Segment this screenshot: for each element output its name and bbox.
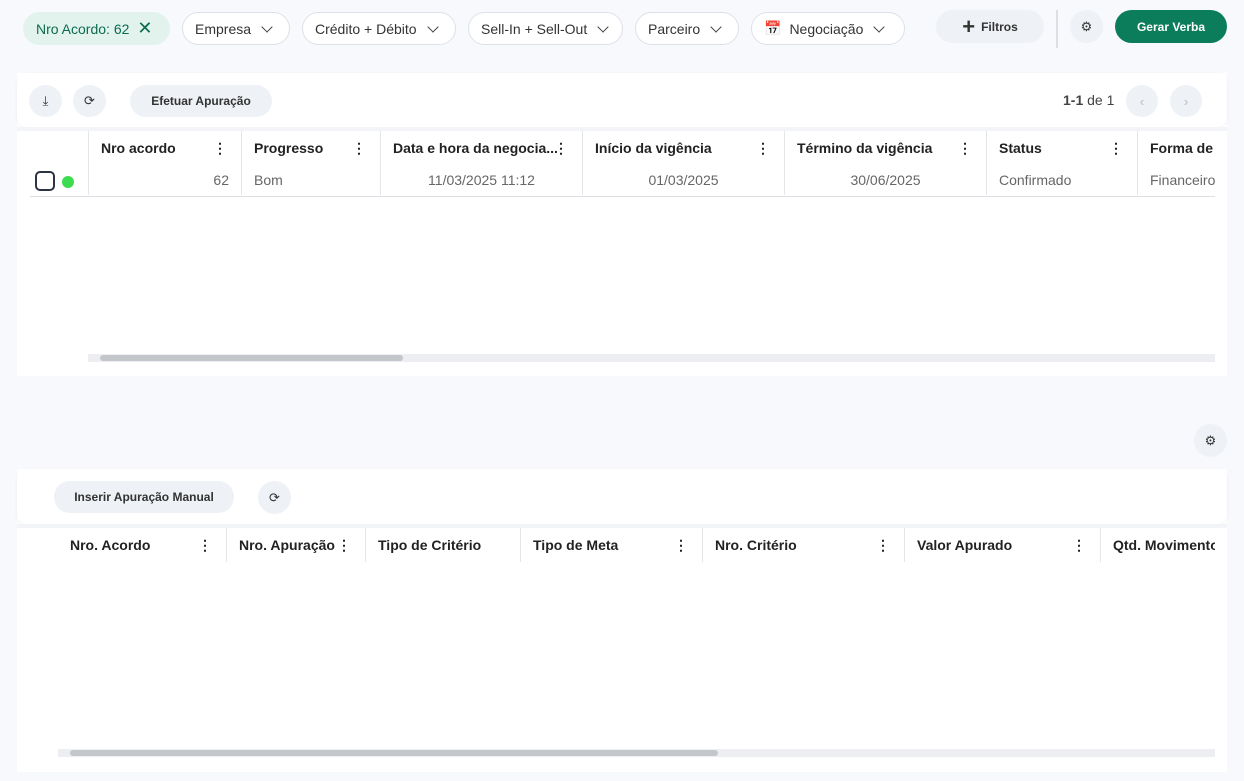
kebab-icon[interactable]: ⋮ <box>876 537 890 554</box>
kebab-icon[interactable]: ⋮ <box>352 140 366 157</box>
agreements-table: Nro acordo ⋮ Progresso ⋮ Data e hora da ne… <box>0 131 1215 197</box>
gear-icon: ⚙ <box>1080 18 1093 34</box>
col-tipo-meta[interactable]: Tipo de Meta ⋮ <box>520 528 702 562</box>
status-dot <box>62 176 74 188</box>
filter-sell-in-out[interactable]: Sell-In + Sell-Out <box>468 12 623 45</box>
cell-status: Confirmado <box>986 165 1137 195</box>
kebab-icon[interactable]: ⋮ <box>958 140 972 157</box>
prev-page-button[interactable]: ‹ <box>1126 85 1158 117</box>
refresh-icon: ⟳ <box>84 93 95 108</box>
chevron-down-icon <box>426 20 439 33</box>
col-tipo-criterio[interactable]: Tipo de Critério <box>365 528 520 562</box>
apuracoes-table-header: Nro. Acordo ⋮ Nro. Apuração ⋮ Tipo de Crit… <box>0 528 1215 562</box>
cell-termino: 30/06/2025 <box>784 165 986 195</box>
filter-label: Sell-In + Sell-Out <box>481 20 588 37</box>
kebab-icon[interactable]: ⋮ <box>337 537 351 554</box>
scrollbar-thumb[interactable] <box>100 355 403 361</box>
cell-progresso: Bom <box>241 165 380 195</box>
col-nro-apuracao[interactable]: Nro. Apuração ⋮ <box>226 528 365 562</box>
apuracoes-toolbar: Inserir Apuração Manual ⟳ <box>17 469 1227 524</box>
cell-inicio: 01/03/2025 <box>582 165 784 195</box>
settings-button-2[interactable]: ⚙ <box>1194 424 1227 457</box>
kebab-icon[interactable]: ⋮ <box>213 140 227 157</box>
next-page-button[interactable]: › <box>1170 85 1202 117</box>
kebab-icon[interactable]: ⋮ <box>554 140 568 157</box>
kebab-icon[interactable]: ⋮ <box>1072 537 1086 554</box>
refresh-button-2[interactable]: ⟳ <box>258 481 291 514</box>
gear-icon: ⚙ <box>1204 432 1217 448</box>
chevron-down-icon <box>261 20 273 33</box>
kebab-icon[interactable]: ⋮ <box>1109 140 1123 157</box>
kebab-icon[interactable]: ⋮ <box>674 537 688 554</box>
inserir-apuracao-button[interactable]: Inserir Apuração Manual <box>54 481 234 513</box>
pagination-range: 1-1 <box>1063 92 1084 108</box>
close-icon[interactable]: ✕ <box>137 18 152 39</box>
download-icon: ⤓ <box>42 93 49 108</box>
cell-nro: 62 <box>88 165 241 195</box>
divider <box>1056 10 1058 48</box>
efetuar-apuracao-button[interactable]: Efetuar Apuração <box>130 85 272 117</box>
filter-empresa[interactable]: Empresa <box>182 12 290 45</box>
col-data-hora[interactable]: Data e hora da negocia... ⋮ <box>380 131 582 165</box>
refresh-button[interactable]: ⟳ <box>73 85 106 117</box>
filter-label: Negociação <box>789 20 864 37</box>
col-nro-acordo[interactable]: Nro. Acordo ⋮ <box>58 528 226 562</box>
chevron-left-icon: ‹ <box>1139 93 1145 109</box>
col-progresso[interactable]: Progresso ⋮ <box>241 131 380 165</box>
kebab-icon[interactable]: ⋮ <box>198 537 212 554</box>
cell-data: 11/03/2025 11:12 <box>380 165 582 195</box>
chevron-down-icon <box>873 20 886 33</box>
settings-button[interactable]: ⚙ <box>1070 10 1103 43</box>
table-row[interactable]: 62 Bom 11/03/2025 11:12 01/03/2025 30/06… <box>30 165 1215 197</box>
col-qtd-movimento[interactable]: Qtd. Movimento <box>1100 528 1215 562</box>
col-inicio-vigencia[interactable]: Início da vigência ⋮ <box>582 131 784 165</box>
col-termino-vigencia[interactable]: Término da vigência ⋮ <box>784 131 986 165</box>
chevron-right-icon: › <box>1183 93 1189 109</box>
chevron-down-icon <box>597 20 609 33</box>
filter-chip-label: Nro Acordo: 62 <box>36 20 130 37</box>
col-nro-criterio[interactable]: Nro. Critério ⋮ <box>702 528 904 562</box>
horizontal-scrollbar-2[interactable] <box>58 749 1215 757</box>
filtros-label: Filtros <box>981 19 1018 34</box>
agreements-toolbar: ⤓ ⟳ Efetuar Apuração 1-1 de 1 ‹ › <box>17 73 1227 127</box>
pagination-info: 1-1 de 1 <box>1063 92 1114 108</box>
kebab-icon[interactable]: ⋮ <box>756 140 770 157</box>
col-valor-apurado[interactable]: Valor Apurado ⋮ <box>904 528 1100 562</box>
filter-parceiro[interactable]: Parceiro <box>635 12 739 45</box>
filter-credito-debito[interactable]: Crédito + Débito <box>302 12 456 45</box>
col-forma[interactable]: Forma de p <box>1137 131 1215 165</box>
col-status[interactable]: Status ⋮ <box>986 131 1137 165</box>
cell-forma: Financeiro <box>1137 165 1215 195</box>
filter-label: Empresa <box>195 20 252 37</box>
filter-negociacao[interactable]: 📅 Negociação <box>751 12 905 45</box>
pagination-total: de 1 <box>1087 92 1115 108</box>
chevron-down-icon <box>710 20 722 33</box>
filtros-button[interactable]: + Filtros <box>936 10 1044 43</box>
horizontal-scrollbar[interactable] <box>88 354 1215 362</box>
col-nro-acordo[interactable]: Nro acordo ⋮ <box>88 131 241 165</box>
filter-label: Parceiro <box>648 20 701 37</box>
download-button[interactable]: ⤓ <box>29 85 62 117</box>
plus-icon: + <box>962 13 976 39</box>
refresh-icon: ⟳ <box>269 489 280 505</box>
filter-label: Crédito + Débito <box>315 20 417 37</box>
row-checkbox[interactable] <box>35 171 55 191</box>
gerar-verba-button[interactable]: Gerar Verba <box>1115 10 1227 43</box>
calendar-icon: 📅 <box>764 20 782 36</box>
filter-chip-nro-acordo[interactable]: Nro Acordo: 62 ✕ <box>23 12 170 45</box>
scrollbar-thumb[interactable] <box>70 750 718 756</box>
